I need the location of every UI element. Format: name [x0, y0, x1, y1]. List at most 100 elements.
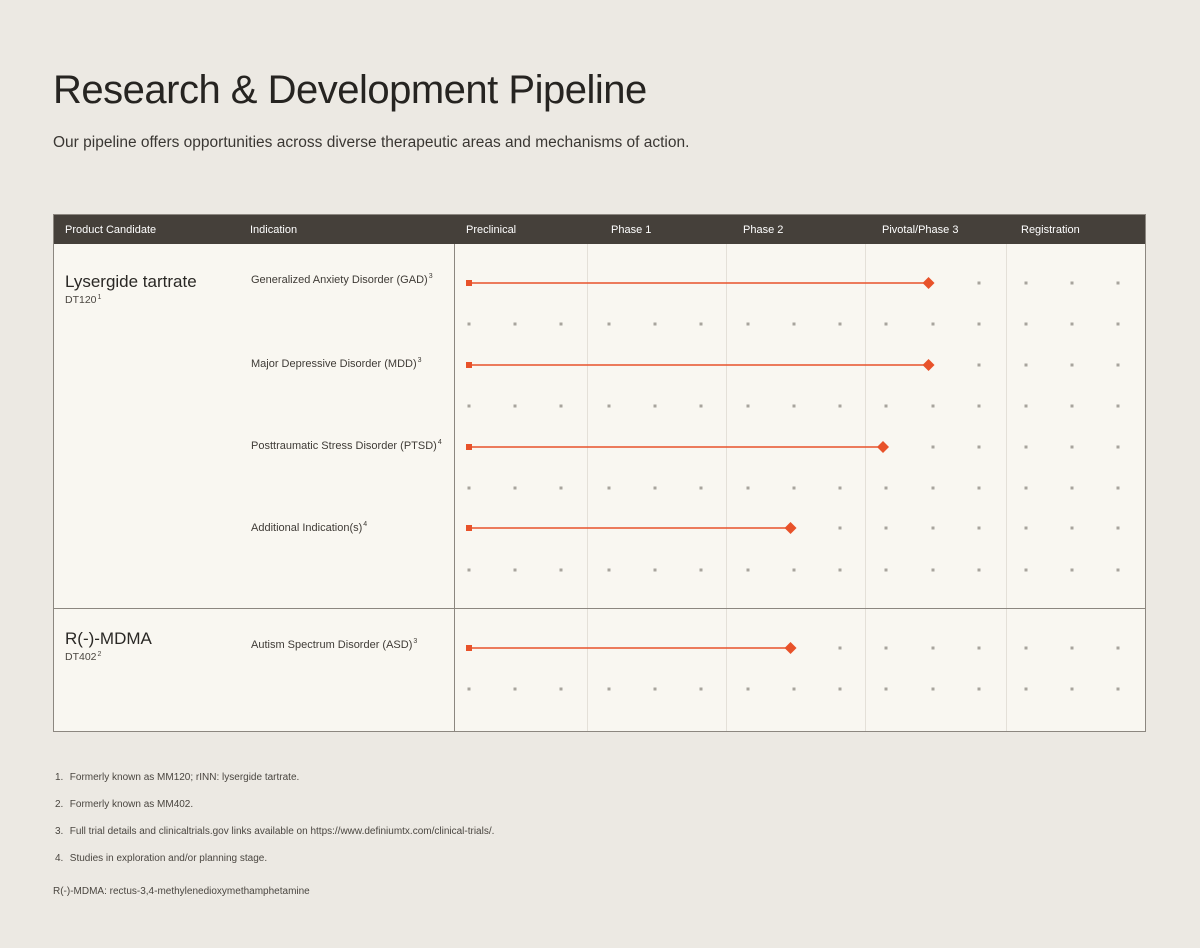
grid-dot: [1116, 486, 1120, 490]
grid-dot: [792, 568, 796, 572]
grid-dot: [467, 687, 471, 691]
progress-end-marker: [922, 277, 935, 289]
grid-dot: [1070, 526, 1074, 530]
grid-dot: [977, 363, 981, 367]
grid-dot: [467, 568, 471, 572]
grid-dot: [1024, 363, 1028, 367]
grid-dot: [1024, 322, 1028, 326]
grid-dot: [607, 486, 611, 490]
grid-dot: [1024, 687, 1028, 691]
grid-dot: [1116, 445, 1120, 449]
grid-dot: [559, 486, 563, 490]
grid-dot: [884, 322, 888, 326]
grid-dot: [1116, 646, 1120, 650]
grid-dot: [1070, 281, 1074, 285]
grid-dot: [467, 322, 471, 326]
grid-dot: [931, 526, 935, 530]
grid-dot: [699, 486, 703, 490]
grid-dot: [653, 568, 657, 572]
grid-dot: [931, 445, 935, 449]
grid-dot: [1070, 445, 1074, 449]
grid-dot: [746, 322, 750, 326]
grid-dot: [1116, 281, 1120, 285]
grid-dot: [653, 404, 657, 408]
grid-dot: [559, 404, 563, 408]
grid-dot: [1024, 568, 1028, 572]
grid-dot: [977, 445, 981, 449]
grid-dot: [746, 486, 750, 490]
grid-dot: [653, 687, 657, 691]
grid-dot: [1070, 486, 1074, 490]
grid-dot: [746, 687, 750, 691]
grid-dot: [513, 687, 517, 691]
page-title: Research & Development Pipeline: [53, 68, 647, 112]
grid-dot: [838, 404, 842, 408]
footnote-item: 3. Full trial details and clinicaltrials…: [55, 826, 495, 837]
grid-dot: [884, 486, 888, 490]
grid-dot: [1070, 568, 1074, 572]
grid-dot: [931, 568, 935, 572]
grid-dot: [931, 322, 935, 326]
grid-dot: [559, 687, 563, 691]
grid-dot: [977, 526, 981, 530]
grid-dot: [977, 486, 981, 490]
grid-dot: [699, 404, 703, 408]
grid-dot: [1070, 687, 1074, 691]
grid-dot: [559, 568, 563, 572]
grid-dot: [1024, 445, 1028, 449]
grid-dot: [1116, 568, 1120, 572]
grid-dot: [838, 568, 842, 572]
grid-dot: [1024, 404, 1028, 408]
grid-dot: [699, 322, 703, 326]
grid-dot: [792, 404, 796, 408]
grid-dot: [559, 322, 563, 326]
grid-dot: [1070, 404, 1074, 408]
footnote-item: 2. Formerly known as MM402.: [55, 799, 194, 810]
grid-dot: [1116, 526, 1120, 530]
progress-end-marker: [784, 522, 797, 534]
grid-dot: [977, 322, 981, 326]
grid-dot: [792, 486, 796, 490]
grid-dot: [977, 646, 981, 650]
grid-dot: [931, 486, 935, 490]
grid-dot: [699, 687, 703, 691]
grid-dot: [746, 404, 750, 408]
grid-dot: [746, 568, 750, 572]
grid-dot: [884, 526, 888, 530]
grid-dot: [653, 322, 657, 326]
grid-dot: [1024, 646, 1028, 650]
footnotes: 1. Formerly known as MM120; rINN: lyserg…: [55, 768, 494, 876]
grid-dot: [884, 646, 888, 650]
grid-dot: [838, 322, 842, 326]
abbreviation-note: R(-)-MDMA: rectus-3,4-methylenedioxymeth…: [53, 886, 310, 897]
grid-dot: [884, 687, 888, 691]
progress-end-marker: [922, 359, 935, 371]
grid-dot: [607, 687, 611, 691]
grid-dot: [1116, 322, 1120, 326]
grid-dot: [838, 646, 842, 650]
grid-dot: [1024, 526, 1028, 530]
progress-end-marker: [877, 441, 889, 453]
grid-dot: [607, 322, 611, 326]
grid-dot: [884, 404, 888, 408]
grid-dot: [838, 486, 842, 490]
grid-dot: [513, 486, 517, 490]
grid-dot: [792, 322, 796, 326]
grid-dot: [977, 281, 981, 285]
grid-dot: [653, 486, 657, 490]
grid-dot: [931, 404, 935, 408]
grid-dot: [513, 322, 517, 326]
grid-dot: [838, 687, 842, 691]
pipeline-table: Product Candidate Indication Preclinical…: [53, 214, 1146, 732]
progress-end-marker: [784, 642, 797, 654]
grid-dot: [977, 404, 981, 408]
grid-dot: [977, 568, 981, 572]
grid-dot: [607, 404, 611, 408]
page-subtitle: Our pipeline offers opportunities across…: [53, 134, 690, 151]
grid-dot: [1070, 363, 1074, 367]
footnote-item: 1. Formerly known as MM120; rINN: lyserg…: [55, 772, 300, 783]
grid-dot: [1116, 363, 1120, 367]
grid-dot: [513, 404, 517, 408]
grid-dot: [884, 568, 888, 572]
grid-dot: [467, 486, 471, 490]
